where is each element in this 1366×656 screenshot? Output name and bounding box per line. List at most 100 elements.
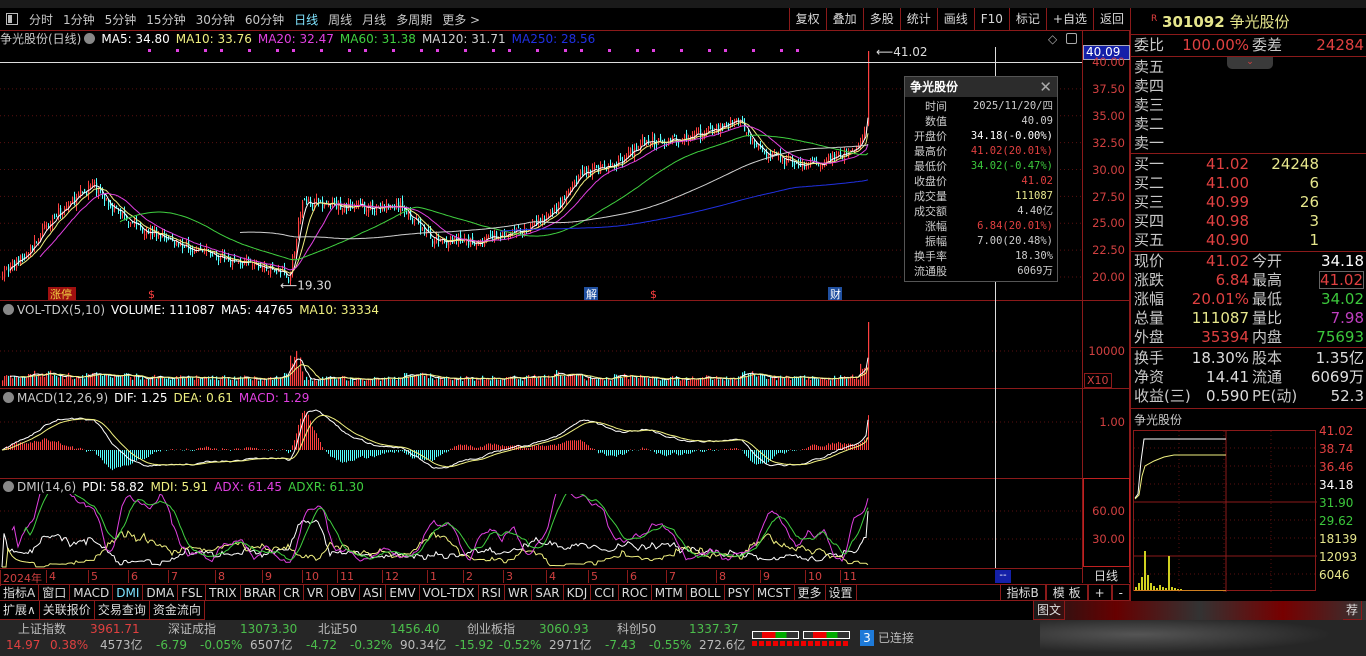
indicator-tab[interactable]: MTM <box>652 585 687 600</box>
buy-row[interactable]: 买五 40.90 1 <box>1134 231 1364 250</box>
period-tab[interactable]: 分时 <box>24 11 58 28</box>
period-tab[interactable]: 15分钟 <box>141 11 190 28</box>
indicator-tab[interactable]: RSI <box>479 585 506 600</box>
indicator-tab-right[interactable]: + <box>1087 585 1112 601</box>
indicator-tab[interactable]: CR <box>280 585 304 600</box>
volume-pane[interactable] <box>0 318 1082 388</box>
sidebar-toggle-icon[interactable] <box>6 13 18 25</box>
indicator-tab-right[interactable]: - <box>1111 585 1130 601</box>
indicator-tab[interactable]: DMI <box>113 585 144 600</box>
buy-row[interactable]: 买二 41.00 6 <box>1134 174 1364 193</box>
value: 52.3 <box>1330 387 1364 405</box>
intraday-volume-bar <box>1150 583 1152 591</box>
indicator-tab[interactable]: BOLL <box>687 585 725 600</box>
macd-pane[interactable] <box>0 405 1082 478</box>
indicator-tab-right[interactable]: 指标B <box>999 585 1046 601</box>
panel-toggle-icon[interactable] <box>1066 33 1077 44</box>
ext-tab[interactable]: 交易查询 <box>94 601 150 620</box>
diamond-icon[interactable]: ◇ <box>1048 31 1057 47</box>
indicator-tab[interactable]: CCI <box>591 585 619 600</box>
volume-bar <box>564 375 566 386</box>
volume-bar <box>220 379 222 386</box>
indicator-tab[interactable]: OBV <box>328 585 361 600</box>
index-name[interactable]: 科创50 <box>617 621 656 638</box>
candle-body <box>754 143 756 145</box>
candle-body <box>820 165 822 167</box>
tool-button[interactable]: +自选 <box>1045 8 1093 30</box>
ext-tab-recommend[interactable]: 荐 <box>1343 601 1363 620</box>
stat-row: 现价 41.02 今开 34.18 <box>1134 252 1364 271</box>
index-name[interactable]: 北证50 <box>318 621 357 638</box>
volume-bar <box>444 377 446 386</box>
indicator-tab[interactable]: MCST <box>754 585 795 600</box>
indicator-tab[interactable]: 设置 <box>826 585 857 600</box>
dmi-pane[interactable] <box>0 494 1082 568</box>
candle-body <box>242 264 244 266</box>
index-name[interactable]: 深证成指 <box>168 621 216 638</box>
ext-tab[interactable]: 扩展∧ <box>0 601 40 620</box>
indicator-tab[interactable]: 指标A <box>0 585 40 600</box>
period-tab[interactable]: 1分钟 <box>58 11 100 28</box>
chevron-down-icon[interactable] <box>3 392 14 403</box>
tool-button[interactable]: 多股 <box>862 8 900 30</box>
signal-dot <box>436 49 439 52</box>
indicator-tab[interactable]: ROC <box>619 585 652 600</box>
indicator-tab[interactable]: 更多 <box>795 585 826 600</box>
candle-body <box>784 159 786 164</box>
indicator-tab[interactable]: BRAR <box>241 585 281 600</box>
indicator-tab[interactable]: VR <box>304 585 328 600</box>
tool-button[interactable]: 统计 <box>899 8 937 30</box>
tool-button[interactable]: 画线 <box>936 8 974 30</box>
ext-tab[interactable]: 资金流向 <box>149 601 205 620</box>
period-tab[interactable]: 5分钟 <box>100 11 142 28</box>
volume-bar <box>820 377 822 386</box>
chevron-down-icon[interactable] <box>3 481 14 492</box>
indicator-tab[interactable]: PSY <box>725 585 754 600</box>
indicator-tab[interactable]: KDJ <box>564 585 592 600</box>
indicator-tab[interactable]: EMV <box>386 585 420 600</box>
volume-bar <box>56 375 58 386</box>
period-tab[interactable]: 多周期 <box>391 11 437 28</box>
ext-tab[interactable]: 关联报价 <box>39 601 95 620</box>
indicator-tab[interactable]: SAR <box>532 585 564 600</box>
tool-button[interactable]: 叠加 <box>825 8 863 30</box>
candle-body <box>552 210 554 213</box>
buy-row[interactable]: 买三 40.99 26 <box>1134 193 1364 212</box>
buy-row[interactable]: 买一 41.02 24248 <box>1134 155 1364 174</box>
indicator-tab[interactable]: MACD <box>70 585 114 600</box>
chevron-down-icon[interactable] <box>3 304 14 315</box>
indicator-tab[interactable]: FSL <box>178 585 207 600</box>
period-tab[interactable]: 周线 <box>323 11 357 28</box>
volume-bar <box>666 380 668 386</box>
ext-tab-news[interactable]: 图文 <box>1033 601 1066 620</box>
indicator-tab[interactable]: ASI <box>360 585 387 600</box>
connection-status[interactable]: 已连接 <box>878 630 914 646</box>
indicator-tab[interactable]: DMA <box>143 585 179 600</box>
volume-bar <box>228 377 230 386</box>
indicator-tab[interactable]: TRIX <box>206 585 241 600</box>
indicator-value: DIF: 1.25 <box>114 391 168 405</box>
period-tab[interactable]: 日线 <box>289 11 323 28</box>
intraday-chart[interactable] <box>1133 430 1317 592</box>
tool-button[interactable]: 标记 <box>1008 8 1046 30</box>
indicator-tab[interactable]: VOL-TDX <box>420 585 479 600</box>
indicator-tab-right[interactable]: 模 板 <box>1045 585 1088 601</box>
label: 委比 <box>1134 36 1165 54</box>
tool-button[interactable]: 返回 <box>1092 8 1130 30</box>
period-tab[interactable]: 60分钟 <box>240 11 289 28</box>
index-name[interactable]: 上证指数 <box>18 621 66 638</box>
period-tab[interactable]: 月线 <box>357 11 391 28</box>
indicator-tab[interactable]: 窗口 <box>39 585 71 600</box>
buy-row[interactable]: 买四 40.98 3 <box>1134 212 1364 231</box>
period-tab[interactable]: 30分钟 <box>191 11 240 28</box>
volume-bar <box>66 377 68 386</box>
volume-bar <box>52 375 54 386</box>
close-icon[interactable]: ✕ <box>1039 77 1052 97</box>
volume-bar <box>838 378 840 386</box>
indicator-tab[interactable]: WR <box>505 585 533 600</box>
tool-button[interactable]: 复权 <box>788 8 826 30</box>
index-name[interactable]: 创业板指 <box>467 621 515 638</box>
chevron-down-icon[interactable] <box>84 33 96 44</box>
period-tab[interactable]: 更多 > <box>437 11 485 28</box>
tool-button[interactable]: F10 <box>973 8 1009 30</box>
